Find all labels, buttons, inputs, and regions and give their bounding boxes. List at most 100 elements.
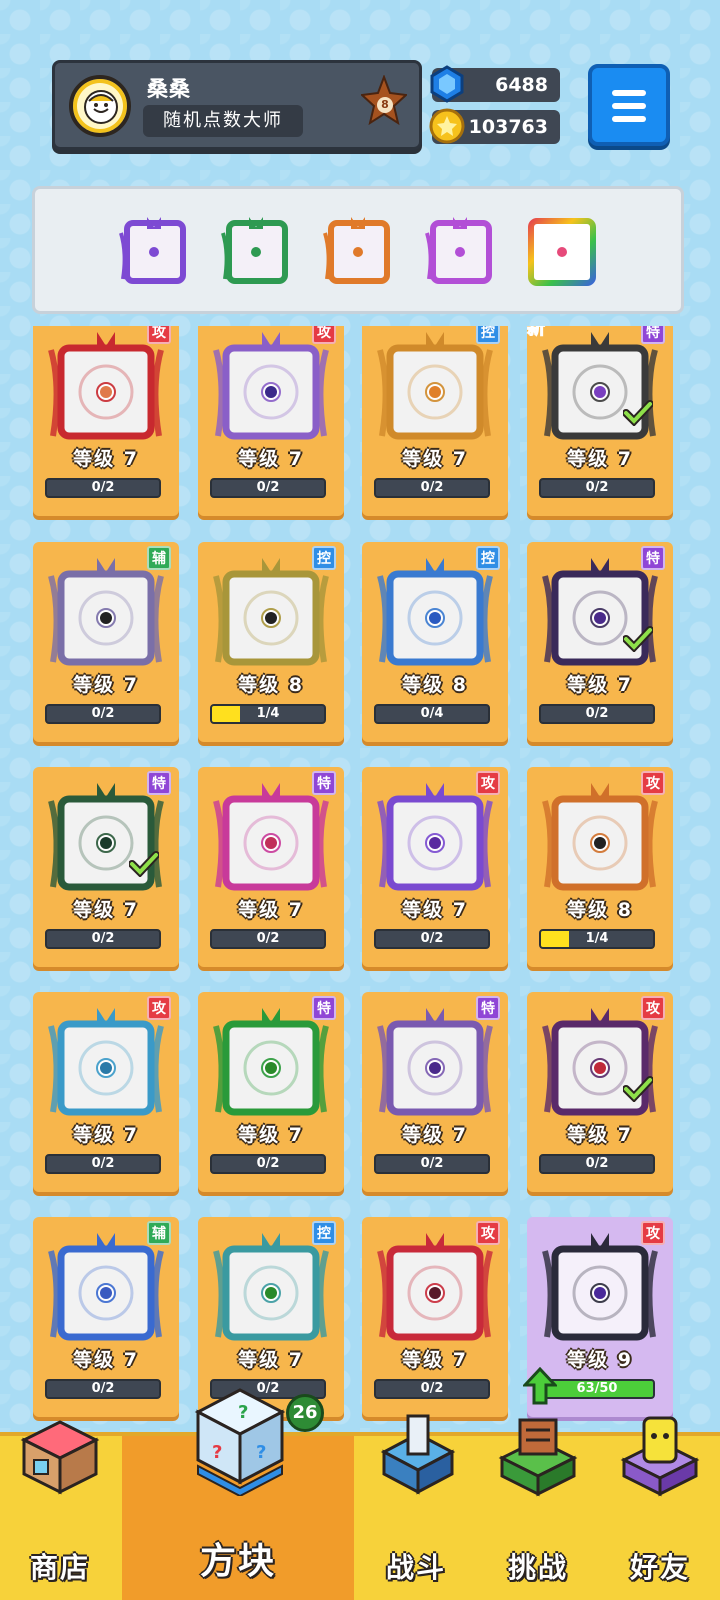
- dice-progress-text: 0/2: [420, 480, 444, 495]
- dice-progress-bar: 0/2: [45, 1379, 161, 1399]
- upgrade-arrow-icon[interactable]: [523, 1367, 557, 1405]
- dice-type-tag: 特: [476, 996, 500, 1020]
- dice-level: 等级 7: [73, 899, 139, 921]
- equipped-check-icon: [129, 851, 159, 877]
- dice-progress-text: 0/2: [420, 1381, 444, 1396]
- dice-card-moon[interactable]: 辅等级 7 0/2: [33, 1217, 179, 1417]
- dice-type-tag: 特: [641, 326, 665, 344]
- dice-level: 等级 7: [567, 674, 633, 696]
- dice-card-combo[interactable]: 攻等级 7 0/2: [527, 992, 673, 1192]
- gem-counter[interactable]: 6488: [430, 65, 560, 103]
- dice-progress-text: 0/2: [585, 1156, 609, 1171]
- dice-card-pistol[interactable]: 攻等级 8 1/4: [527, 767, 673, 967]
- gem-icon: [430, 65, 464, 103]
- nav-friends[interactable]: 好友: [600, 1416, 720, 1600]
- player-profile-panel[interactable]: 桑桑 随机点数大师 8: [52, 60, 422, 150]
- rainbow-dice-icon: [528, 218, 596, 286]
- dice-type-tag: 控: [476, 326, 500, 344]
- dice-level: 等级 7: [402, 1124, 468, 1146]
- dice-card-sawblade[interactable]: 攻等级 7 0/2: [362, 1217, 508, 1417]
- dice-progress-bar: 0/2: [539, 1154, 655, 1174]
- dice-card-gear[interactable]: 攻等级 7 0/2: [198, 326, 344, 516]
- dice-card-cross-swords[interactable]: 特等级 7 0/2: [198, 767, 344, 967]
- dice-level: 等级 7: [73, 1124, 139, 1146]
- dice-type-tag: 控: [312, 546, 336, 570]
- coin-counter[interactable]: 103763: [429, 108, 560, 144]
- equipped-check-icon: [623, 1076, 653, 1102]
- compass-icon: [48, 332, 164, 440]
- dice-card-pentagram[interactable]: 特等级 7 0/2: [33, 767, 179, 967]
- dice-progress-text: 0/2: [91, 1156, 115, 1171]
- dice-card-scythe[interactable]: 攻等级 9 63/50: [523, 1217, 673, 1417]
- deck-slot-rainbow-dice[interactable]: [525, 213, 599, 289]
- dice-type-tag: 攻: [641, 996, 665, 1020]
- scythe-icon: [542, 1233, 658, 1341]
- deck-slot-green-dice[interactable]: [219, 213, 293, 289]
- dice-level: 等级 7: [238, 448, 304, 470]
- dice-progress-bar: 0/2: [374, 478, 490, 498]
- dice-level: 等级 7: [402, 1349, 468, 1371]
- dice-type-tag: 攻: [476, 1221, 500, 1245]
- player-title: 随机点数大师: [143, 105, 303, 137]
- dice-card-vortex[interactable]: 攻等级 7 0/2: [33, 992, 179, 1192]
- gear-icon: [213, 332, 329, 440]
- menu-button[interactable]: [588, 64, 670, 146]
- dice-card-orbit[interactable]: 攻等级 7 0/2: [362, 767, 508, 967]
- dice-level: 等级 7: [238, 1124, 304, 1146]
- box-count-badge: 26: [286, 1394, 324, 1432]
- dice-progress-text: 0/2: [91, 1381, 115, 1396]
- hamburger-icon-line: [612, 116, 646, 122]
- deck-slot-combo-dice[interactable]: [423, 213, 497, 289]
- avatar-face-icon: [84, 90, 118, 124]
- dice-level: 等级 8: [238, 674, 304, 696]
- coin-amount: 103763: [468, 116, 548, 138]
- new-badge: 新: [527, 326, 546, 340]
- bottom-navigation: 商店 ? ? ? 方块 战斗 挑战 好友: [0, 1388, 720, 1600]
- battle-icon: [380, 1414, 456, 1495]
- nav-battle[interactable]: 战斗: [356, 1414, 476, 1600]
- dice-card-sand[interactable]: 控等级 7 0/2: [362, 326, 508, 516]
- green-dice-icon: [221, 217, 288, 284]
- dice-progress-text: 0/2: [91, 480, 115, 495]
- deck-slot-infinity-dice[interactable]: [321, 213, 395, 289]
- dice-type-tag: 攻: [641, 1221, 665, 1245]
- dice-progress-bar: 0/2: [374, 1154, 490, 1174]
- dice-progress-text: 63/50: [576, 1381, 618, 1396]
- eye-icon: [377, 1008, 493, 1116]
- dice-card-crown[interactable]: 辅等级 7 0/2: [33, 542, 179, 742]
- dice-card-infinity[interactable]: 特 新等级 7 0/2: [527, 326, 673, 516]
- dice-card-compass[interactable]: 攻等级 7 0/2: [33, 326, 179, 516]
- dice-type-tag: 辅: [147, 546, 171, 570]
- dice-level: 等级 7: [402, 899, 468, 921]
- nav-shop[interactable]: 商店: [0, 1420, 120, 1600]
- dice-type-tag: 攻: [147, 326, 171, 344]
- dice-progress-text: 0/2: [585, 706, 609, 721]
- svg-text:?: ?: [212, 1442, 222, 1463]
- hamburger-icon-line: [612, 103, 646, 109]
- dice-progress-bar: 0/2: [45, 929, 161, 949]
- dice-card-shield[interactable]: 控等级 8 1/4: [198, 542, 344, 742]
- dice-card-eye[interactable]: 特等级 7 0/2: [362, 992, 508, 1192]
- deck-slot-purple-dice[interactable]: [117, 213, 191, 289]
- crown-icon: [48, 558, 164, 666]
- dice-card-snowflake[interactable]: 控等级 8 0/4: [362, 542, 508, 742]
- nav-cubes[interactable]: ? ? ? 方块: [122, 1388, 354, 1600]
- dice-progress-text: 0/4: [420, 706, 444, 721]
- dice-type-tag: 辅: [147, 1221, 171, 1245]
- dice-progress-text: 0/2: [585, 480, 609, 495]
- nav-shop-label: 商店: [29, 1551, 90, 1584]
- cross-swords-icon: [213, 783, 329, 891]
- dice-progress-text: 0/2: [256, 480, 280, 495]
- dice-card-vine[interactable]: 特等级 7 0/2: [198, 992, 344, 1192]
- dice-progress-bar: 0/2: [210, 929, 326, 949]
- rank-badge[interactable]: 8: [359, 74, 409, 135]
- dice-collection-grid[interactable]: 攻等级 7 0/2 攻等级 7 0/2 控等级 7 0/2 特新等级 7 0/2 辅等级 7 0/…: [0, 326, 720, 1436]
- player-avatar[interactable]: [69, 75, 131, 137]
- infinity-dice-icon: [323, 217, 390, 284]
- dice-type-tag: 特: [641, 546, 665, 570]
- dice-progress-bar: 0/2: [539, 704, 655, 724]
- equipped-check-icon: [623, 626, 653, 652]
- gem-amount: 6488: [495, 74, 548, 96]
- dice-card-diamond[interactable]: 特等级 7 0/2: [527, 542, 673, 742]
- nav-challenge[interactable]: 挑战: [478, 1418, 598, 1600]
